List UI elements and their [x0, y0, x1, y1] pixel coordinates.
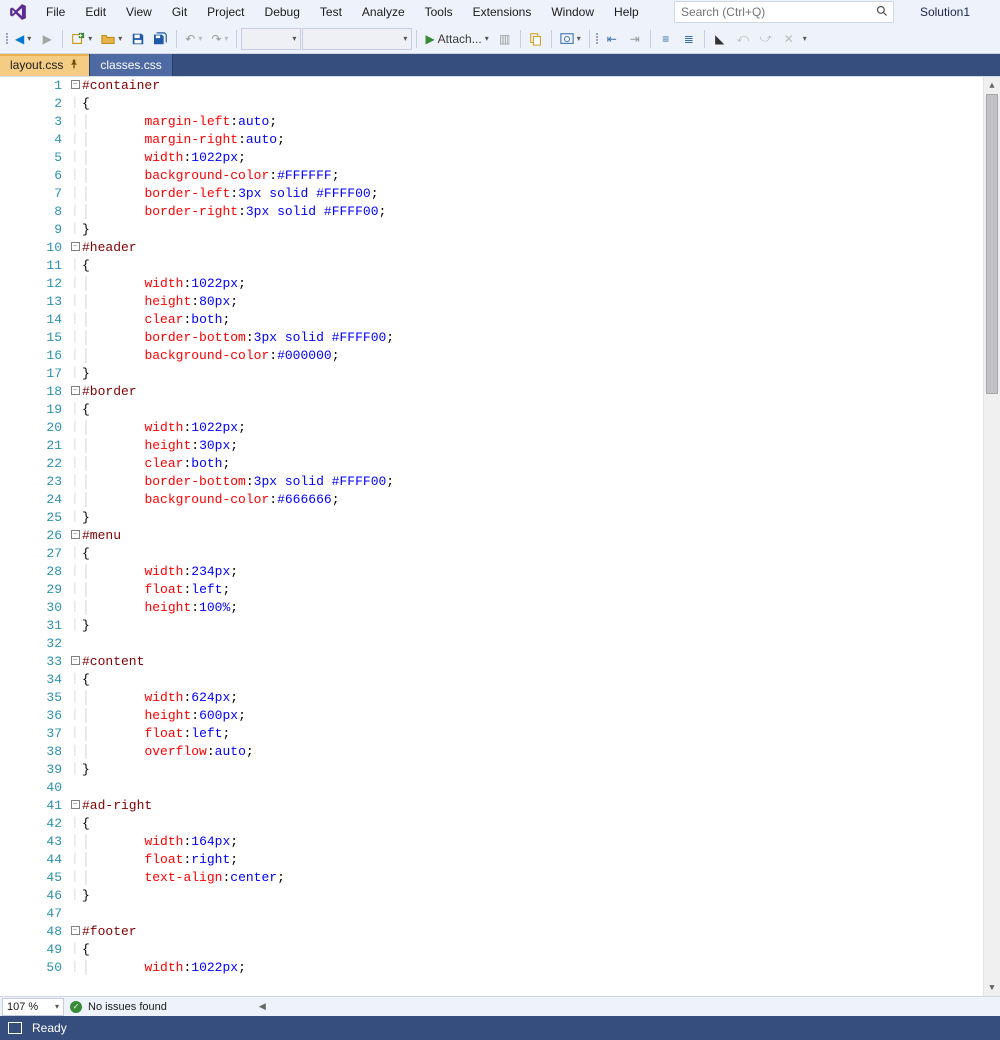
- tab-label: classes.css: [100, 58, 161, 72]
- toolbar-separator: [589, 30, 590, 48]
- comment-button[interactable]: ≡: [655, 28, 677, 50]
- undo-button[interactable]: ↶▾: [181, 28, 206, 50]
- code-editor: 1234567891011121314151617181920212223242…: [0, 76, 1000, 1016]
- menu-debug[interactable]: Debug: [255, 2, 310, 22]
- menu-git[interactable]: Git: [162, 2, 197, 22]
- menu-extensions[interactable]: Extensions: [463, 2, 542, 22]
- clear-bookmarks-button[interactable]: ✕: [778, 28, 800, 50]
- editor-status-strip: 107 % ▾ ✓ No issues found ◀: [0, 996, 1000, 1016]
- menu-file[interactable]: File: [36, 2, 75, 22]
- line-number-gutter[interactable]: 1234567891011121314151617181920212223242…: [14, 77, 68, 996]
- toolbar-overflow-icon[interactable]: ▾: [801, 34, 809, 43]
- menu-test[interactable]: Test: [310, 2, 352, 22]
- save-button[interactable]: [127, 28, 149, 50]
- attach-label: Attach...: [438, 32, 482, 46]
- toolbar-separator: [236, 30, 237, 48]
- solution-platform-dropdown[interactable]: ▾: [302, 28, 412, 50]
- play-icon: ▶: [425, 32, 434, 46]
- margin-indicator: [0, 77, 14, 996]
- save-all-button[interactable]: [150, 28, 172, 50]
- menu-analyze[interactable]: Analyze: [352, 2, 415, 22]
- new-project-button[interactable]: ▾: [67, 28, 96, 50]
- indent-more-button[interactable]: ⇥: [624, 28, 646, 50]
- browser-link-button[interactable]: ▾: [556, 28, 585, 50]
- solution-name[interactable]: Solution1: [912, 2, 978, 22]
- chevron-down-icon: ▾: [55, 1002, 59, 1011]
- toolbar-grip-icon[interactable]: [6, 33, 8, 44]
- nav-forward-button[interactable]: ▶: [36, 28, 58, 50]
- toolbar-separator: [176, 30, 177, 48]
- menu-help[interactable]: Help: [604, 2, 649, 22]
- standard-toolbar: ◀▾ ▶ ▾ ▾ ↶▾ ↷▾ ▾ ▾ ▶ Attach... ▾ ▥ ▾ ⇤ ⇥…: [0, 24, 1000, 54]
- find-in-files-button[interactable]: [525, 28, 547, 50]
- indent-less-button[interactable]: ⇤: [601, 28, 623, 50]
- window-layout-icon[interactable]: [8, 1022, 22, 1034]
- toolbar-separator: [416, 30, 417, 48]
- zoom-value: 107 %: [7, 1001, 38, 1013]
- next-bookmark-button[interactable]: ⤻: [755, 28, 777, 50]
- toolbar-separator: [551, 30, 552, 48]
- tab-layout-css[interactable]: layout.css: [0, 54, 90, 76]
- search-input[interactable]: [681, 5, 873, 19]
- toolbar-separator: [650, 30, 651, 48]
- nav-back-button[interactable]: ◀▾: [11, 28, 35, 50]
- solution-config-dropdown[interactable]: ▾: [241, 28, 301, 50]
- menu-window[interactable]: Window: [541, 2, 604, 22]
- menu-edit[interactable]: Edit: [75, 2, 116, 22]
- document-tab-strip: layout.css classes.css: [0, 54, 1000, 76]
- vs-logo-icon[interactable]: [4, 2, 32, 22]
- outlining-margin[interactable]: −││││││││−│││││││−│││││││−│││││−││││││−│…: [68, 77, 82, 996]
- tab-classes-css[interactable]: classes.css: [90, 54, 172, 76]
- menu-bar: FileEditViewGitProjectDebugTestAnalyzeTo…: [0, 0, 1000, 24]
- pin-icon[interactable]: [69, 59, 79, 72]
- issues-text[interactable]: No issues found: [88, 1001, 167, 1013]
- scroll-down-icon[interactable]: ▼: [984, 979, 1000, 996]
- zoom-dropdown[interactable]: 107 % ▾: [2, 998, 64, 1016]
- code-viewport[interactable]: 1234567891011121314151617181920212223242…: [0, 77, 1000, 996]
- toolbar-grip-icon[interactable]: [596, 33, 598, 44]
- issues-ok-icon[interactable]: ✓: [70, 1001, 82, 1013]
- toolbar-separator: [520, 30, 521, 48]
- start-debug-button[interactable]: ▶ Attach... ▾: [421, 28, 492, 50]
- vertical-scrollbar[interactable]: ▲ ▼: [983, 77, 1000, 996]
- search-icon[interactable]: [873, 5, 891, 20]
- menu-view[interactable]: View: [116, 2, 162, 22]
- scroll-left-icon[interactable]: ◀: [253, 1001, 272, 1012]
- status-bar: Ready: [0, 1016, 1000, 1040]
- status-text: Ready: [32, 1021, 67, 1035]
- toolbar-separator: [62, 30, 63, 48]
- scroll-up-icon[interactable]: ▲: [984, 77, 1000, 94]
- debug-target-button[interactable]: ▥: [494, 28, 516, 50]
- prev-bookmark-button[interactable]: ⤺: [732, 28, 754, 50]
- uncomment-button[interactable]: ≣: [678, 28, 700, 50]
- quick-launch-search[interactable]: [674, 1, 894, 23]
- menu-tools[interactable]: Tools: [415, 2, 463, 22]
- toolbar-separator: [704, 30, 705, 48]
- menu-project[interactable]: Project: [197, 2, 254, 22]
- code-text[interactable]: #container{│ margin-left:auto;│ margin-r…: [82, 77, 983, 996]
- tab-label: layout.css: [10, 58, 63, 72]
- bookmark-button[interactable]: ◣: [709, 28, 731, 50]
- redo-button[interactable]: ↷▾: [207, 28, 232, 50]
- open-file-button[interactable]: ▾: [97, 28, 126, 50]
- scrollbar-thumb[interactable]: [986, 94, 998, 394]
